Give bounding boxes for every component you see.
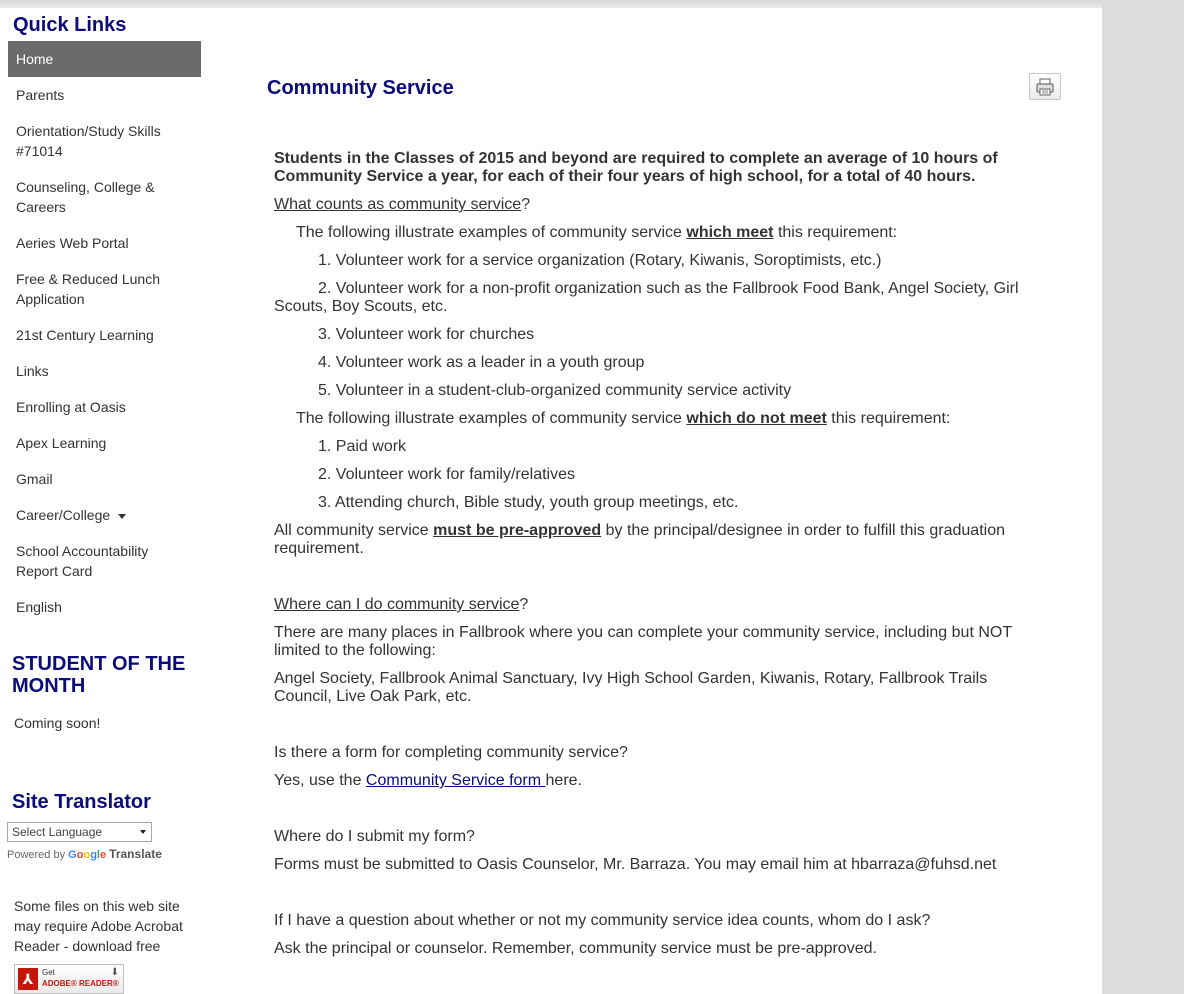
sidebar-item-home[interactable]: Home [8, 41, 201, 77]
question-form: Is there a form for completing community… [274, 744, 628, 761]
language-select-value: Select Language [12, 825, 103, 839]
acrobat-notice: Some files on this web site may require … [14, 898, 183, 954]
ask-answer: Ask the principal or counselor. Remember… [274, 940, 877, 957]
page-title: Community Service [267, 77, 454, 99]
sidebar-item-label: Career/College [16, 507, 111, 523]
question-where: Where can I do community service? [274, 596, 1034, 614]
sidebar-item-gmail[interactable]: Gmail [8, 461, 201, 497]
list-item: 1. Volunteer work for a service organiza… [318, 252, 882, 269]
sidebar-item-label: 21st Century Learning [16, 327, 154, 343]
student-of-month-title: STUDENT OF THE MONTH [12, 653, 186, 697]
form-answer: Yes, use the Community Service form here… [274, 772, 1034, 790]
sidebar-item-label: Counseling, College & Careers [16, 179, 155, 215]
list-item: 3. Volunteer work for churches [318, 326, 535, 343]
list-item: 5. Volunteer in a student-club-organized… [318, 382, 792, 399]
community-service-form-link[interactable]: Community Service form [366, 772, 546, 789]
top-bar [0, 0, 1184, 8]
quick-links-nav: Home Parents Orientation/Study Skills #7… [8, 41, 201, 625]
sidebar-item-orientation[interactable]: Orientation/Study Skills #71014 [8, 113, 201, 169]
sidebar-item-label: School Accountability Report Card [16, 543, 149, 579]
google-logo: Google [68, 849, 107, 861]
sidebar-item-label: Parents [16, 87, 65, 103]
powered-by-label: Powered by [7, 849, 66, 861]
submit-answer: Forms must be submitted to Oasis Counsel… [274, 856, 997, 873]
question-mark: ? [519, 596, 529, 613]
notmeet-intro-pre: The following illustrate examples of com… [296, 410, 687, 427]
question-submit: Where do I submit my form? [274, 828, 475, 845]
printer-icon [1036, 78, 1054, 96]
sidebar-item-aeries[interactable]: Aeries Web Portal [8, 225, 201, 261]
sidebar-item-label: Free & Reduced Lunch Application [16, 271, 160, 307]
sidebar-item-label: Links [16, 363, 49, 379]
preapproved-pre: All community service [274, 522, 434, 539]
form-post: here. [545, 772, 582, 789]
notmeet-intro: The following illustrate examples of com… [274, 410, 1034, 428]
list-item: 4. Volunteer work as a leader in a youth… [318, 354, 645, 371]
question-what-counts: What counts as community service? [274, 196, 1034, 214]
sidebar-item-english[interactable]: English [8, 589, 201, 625]
sidebar: Quick Links Home Parents Orientation/Stu… [0, 8, 210, 994]
sidebar-item-label: Enrolling at Oasis [16, 399, 126, 415]
acrobat-get-label: Get [42, 968, 55, 977]
meet-intro-post: this requirement: [773, 224, 898, 241]
sidebar-item-label: Aeries Web Portal [16, 235, 129, 251]
chevron-down-icon[interactable] [118, 513, 127, 519]
translate-link[interactable]: Translate [109, 847, 162, 861]
get-adobe-reader-button[interactable]: ⅄ Get ADOBE® READER® ⬇ [14, 964, 124, 994]
chevron-down-icon [140, 830, 146, 834]
question-mark: ? [521, 196, 531, 213]
sidebar-item-lunch[interactable]: Free & Reduced Lunch Application [8, 261, 201, 317]
meet-emphasis: which meet [686, 224, 774, 241]
question-who-to-ask: If I have a question about whether or no… [274, 912, 931, 929]
sidebar-item-counseling[interactable]: Counseling, College & Careers [8, 169, 201, 225]
sidebar-item-links[interactable]: Links [8, 353, 201, 389]
requirement-lead: Students in the Classes of 2015 and beyo… [274, 150, 998, 185]
adobe-reader-icon: ⅄ [18, 968, 38, 990]
preapproved-note: All community service must be pre-approv… [274, 522, 1034, 558]
meet-intro: The following illustrate examples of com… [274, 224, 1034, 242]
sidebar-item-apex[interactable]: Apex Learning [8, 425, 201, 461]
sidebar-item-label: Gmail [16, 471, 53, 487]
sidebar-item-parents[interactable]: Parents [8, 77, 201, 113]
student-of-month-text: Coming soon! [14, 715, 101, 731]
language-select[interactable]: Select Language [7, 822, 152, 842]
notmeet-emphasis: which do not meet [686, 410, 827, 427]
quick-links-title: Quick Links [13, 14, 127, 36]
places-list: Angel Society, Fallbrook Animal Sanctuar… [274, 670, 988, 705]
sidebar-item-label: Orientation/Study Skills #71014 [16, 123, 161, 159]
print-button[interactable] [1029, 73, 1061, 100]
list-item: 1. Paid work [318, 438, 407, 455]
sidebar-item-label: English [16, 599, 62, 615]
powered-by-google: Powered by Google Translate [7, 847, 162, 861]
right-gutter [1102, 0, 1184, 994]
sidebar-item-career-college[interactable]: Career/College [8, 497, 201, 533]
sidebar-item-label: Home [16, 51, 54, 67]
main-content: Students in the Classes of 2015 and beyo… [274, 150, 1034, 968]
question-what-counts-text: What counts as community service [274, 196, 522, 213]
sidebar-item-21st-century[interactable]: 21st Century Learning [8, 317, 201, 353]
sidebar-item-sarc[interactable]: School Accountability Report Card [8, 533, 201, 589]
acrobat-reader-label: ADOBE® READER® [42, 979, 119, 988]
download-icon: ⬇ [110, 967, 119, 978]
sidebar-item-label: Apex Learning [16, 435, 107, 451]
list-item: 3. Attending church, Bible study, youth … [318, 494, 739, 511]
list-item: 2. Volunteer work for family/relatives [318, 466, 575, 483]
meet-intro-pre: The following illustrate examples of com… [296, 224, 687, 241]
notmeet-intro-post: this requirement: [826, 410, 951, 427]
preapproved-emphasis: must be pre-approved [433, 522, 602, 539]
sidebar-item-enrolling[interactable]: Enrolling at Oasis [8, 389, 201, 425]
list-item: 2. Volunteer work for a non-profit organ… [274, 280, 1019, 315]
form-pre: Yes, use the [274, 772, 366, 789]
question-where-text: Where can I do community service [274, 596, 520, 613]
site-translator-title: Site Translator [12, 791, 151, 813]
places-intro: There are many places in Fallbrook where… [274, 624, 1012, 659]
